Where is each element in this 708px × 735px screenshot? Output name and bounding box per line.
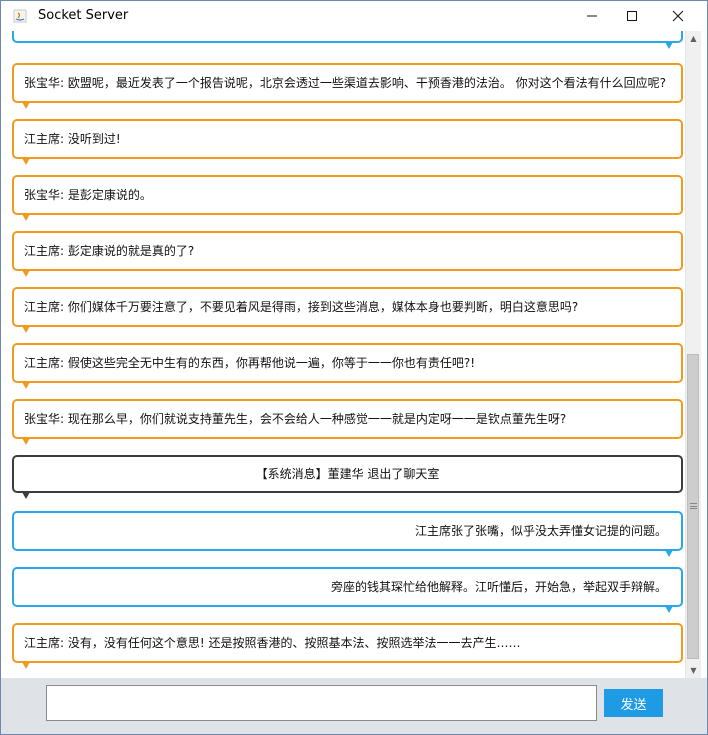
message-text: 江主席张了张嘴，似乎没太弄懂女记提的问题。: [414, 524, 667, 538]
message-bubble: 张宝华: 是彭定康说的。: [12, 175, 683, 221]
bubble-tail: [22, 326, 30, 333]
bubble-tail: [665, 42, 673, 49]
send-button[interactable]: 发送: [604, 689, 663, 717]
message-bubble: 江主席: 假使这些完全无中生有的东西，你再帮他说一遍，你等于一一你也有责任吧?!: [12, 343, 683, 389]
bubble-tail: [22, 270, 30, 277]
close-icon: [672, 10, 684, 22]
message-bubble: 江主席: 你们媒体千万要注意了，不要见着风是得雨，接到这些消息，媒体本身也要判断…: [12, 287, 683, 333]
message-input[interactable]: [46, 685, 597, 721]
java-app-icon: [13, 9, 27, 23]
bubble-tail: [22, 662, 30, 669]
scrollbar-thumb[interactable]: [687, 354, 699, 659]
scroll-up-arrow-icon[interactable]: ▲: [686, 31, 701, 46]
message-text: 张宝华: 是彭定康说的。: [24, 188, 152, 202]
bubble-tail: [22, 382, 30, 389]
bubble-tail: [665, 550, 673, 557]
bubble-tail: [22, 214, 30, 221]
chat-message-area[interactable]: 张宝华: 欧盟呢，最近发表了一个报告说呢，北京会透过一些渠道去影响、干预香港的法…: [9, 31, 684, 678]
bubble-tail: [22, 438, 30, 445]
maximize-icon: [627, 11, 637, 21]
message-text: 江主席: 假使这些完全无中生有的东西，你再帮他说一遍，你等于一一你也有责任吧?!: [24, 356, 476, 370]
message-text: 张宝华: 现在那么早，你们就说支持董先生，会不会给人一种感觉一一就是内定呀一一是…: [24, 412, 567, 426]
system-message-text: 【系统消息】董建华 退出了聊天室: [255, 467, 440, 481]
input-panel: 发送: [1, 678, 707, 734]
bubble-tail: [22, 102, 30, 109]
message-bubble: 张宝华: 欧盟呢，最近发表了一个报告说呢，北京会透过一些渠道去影响、干预香港的法…: [12, 63, 683, 109]
message-text: 江主席: 你们媒体千万要注意了，不要见着风是得雨，接到这些消息，媒体本身也要判断…: [24, 300, 579, 314]
bubble-tail: [22, 492, 30, 499]
maximize-button[interactable]: [609, 1, 655, 31]
message-text: 旁座的钱其琛忙给他解释。江听懂后，开始急，举起双手辩解。: [330, 580, 667, 594]
message-bubble: 江主席: 没有，没有任何这个意思! 还是按照香港的、按照基本法、按照选举法一一去…: [12, 623, 683, 669]
message-text: 江主席: 没有，没有任何这个意思! 还是按照香港的、按照基本法、按照选举法一一去…: [24, 636, 521, 650]
message-text: 江主席: 没听到过!: [24, 132, 121, 146]
scroll-down-arrow-icon[interactable]: ▼: [686, 663, 701, 678]
message-bubble: 张宝华: 现在那么早，你们就说支持董先生，会不会给人一种感觉一一就是内定呀一一是…: [12, 399, 683, 445]
scroll-grip-icon: [690, 503, 697, 509]
message-bubble: 江主席张了张嘴，似乎没太弄懂女记提的问题。: [12, 511, 683, 557]
bubble-tail: [22, 158, 30, 165]
window-title: Socket Server: [38, 8, 129, 23]
message-bubble-partial: [12, 31, 683, 49]
bubble-tail: [665, 606, 673, 613]
message-text: 张宝华: 欧盟呢，最近发表了一个报告说呢，北京会透过一些渠道去影响、干预香港的法…: [24, 76, 667, 90]
message-bubble: 江主席: 彭定康说的就是真的了?: [12, 231, 683, 277]
vertical-scrollbar[interactable]: ▲ ▼: [685, 31, 701, 678]
message-text: 江主席: 彭定康说的就是真的了?: [24, 244, 195, 258]
message-bubble: 江主席: 没听到过!: [12, 119, 683, 165]
close-button[interactable]: [655, 1, 701, 31]
socket-server-window: Socket Server 张宝华: 欧盟呢，最近发表了一个报告说呢，北京会透过…: [0, 0, 708, 735]
title-bar[interactable]: Socket Server: [1, 1, 707, 31]
message-bubble: 旁座的钱其琛忙给他解释。江听懂后，开始急，举起双手辩解。: [12, 567, 683, 613]
system-message-bubble: 【系统消息】董建华 退出了聊天室: [12, 455, 683, 499]
minimize-icon: [587, 15, 597, 17]
